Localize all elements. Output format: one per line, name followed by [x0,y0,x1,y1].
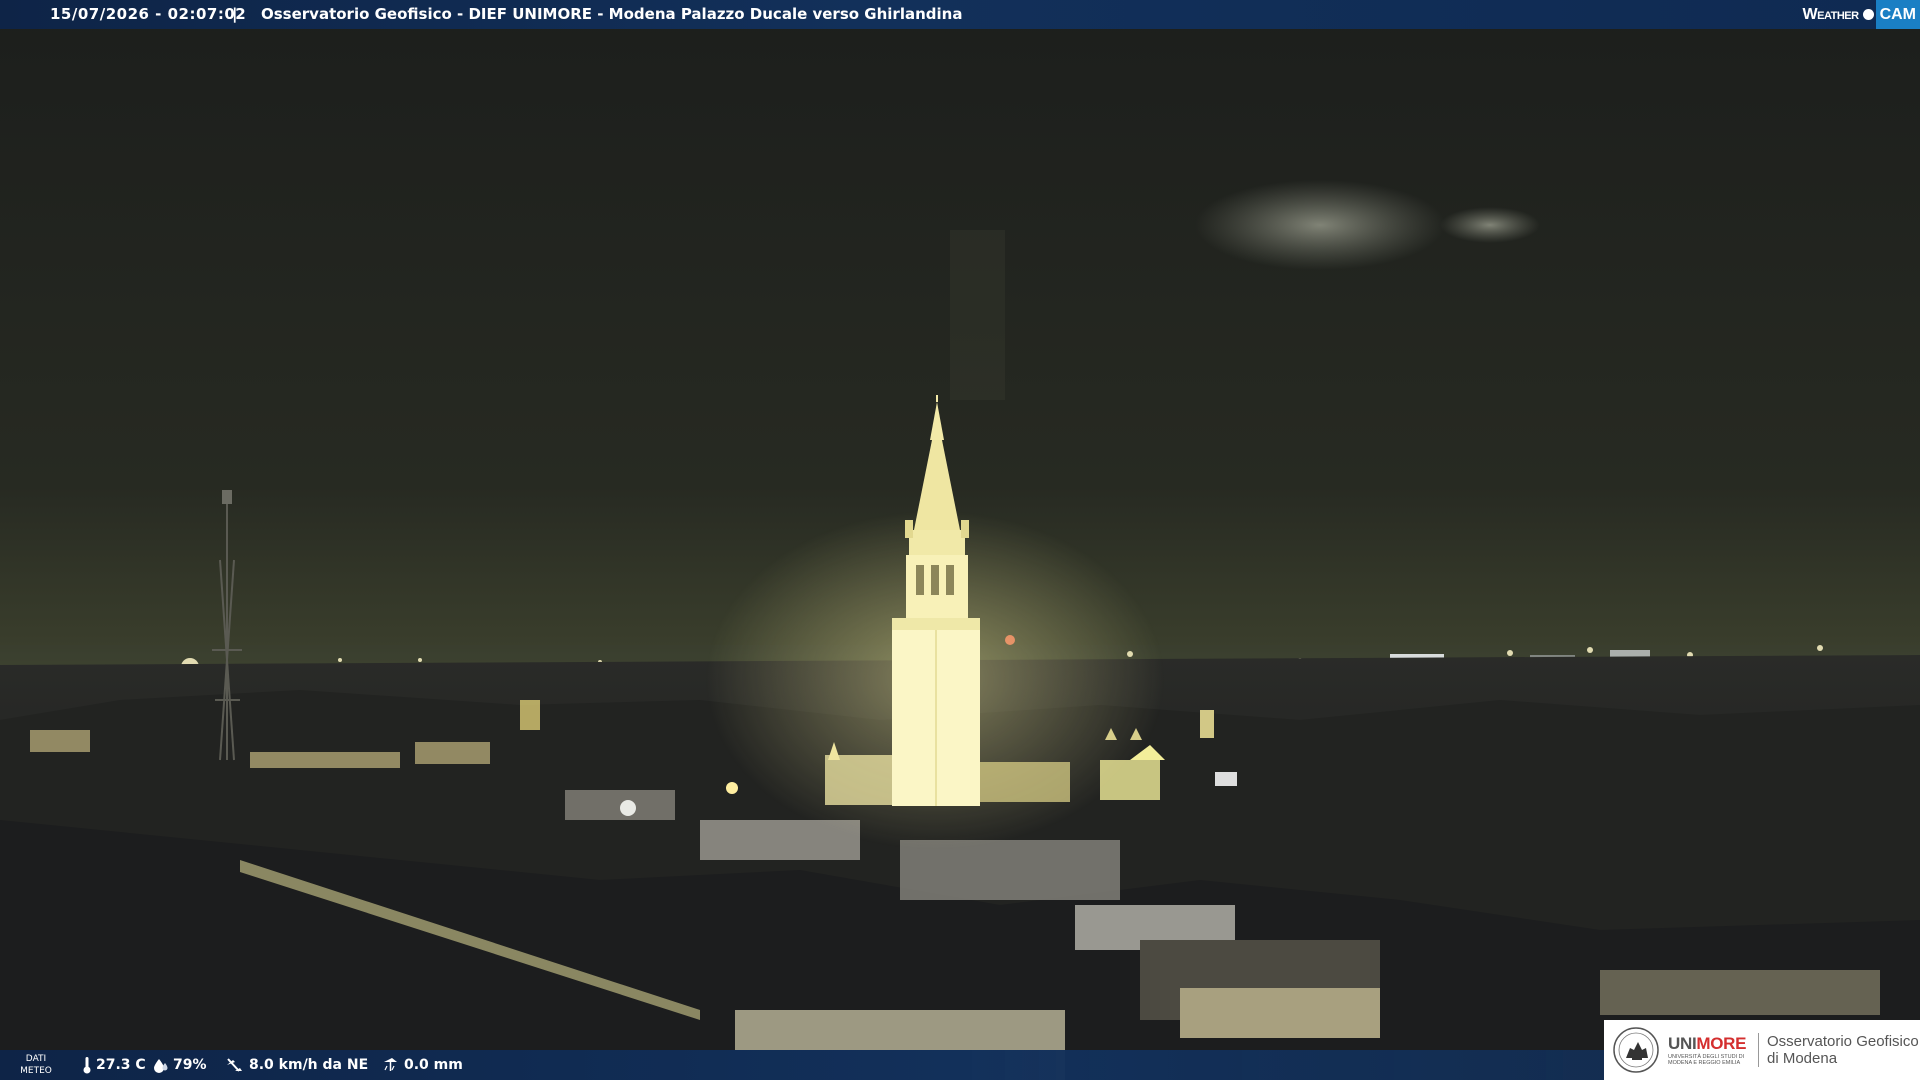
temperature-value: 27.3 C [96,1057,146,1073]
unimore-subtitle: UNIVERSITÀ DEGLI STUDI DI MODENA E REGGI… [1668,1054,1745,1066]
wordmark-uni: UNI [1668,1034,1697,1053]
humidity-value: 79% [173,1057,207,1073]
weather-section-label: DATI METEO [20,1054,52,1076]
timestamp: 15/07/2026 - 02:07:02 [50,5,247,23]
humidity-reading: 79% [153,1050,207,1080]
observatory-name: Osservatorio Geofisico di Modena [1758,1033,1919,1067]
drop-icon [154,1059,168,1073]
camera-title: Osservatorio Geofisico - DIEF UNIMORE - … [261,5,963,23]
wind-icon [227,1058,242,1072]
rain-gauge-icon [384,1058,397,1071]
logo-cam-text: CAM [1875,0,1920,29]
logo-dot-icon [1862,9,1874,20]
cloud [1195,180,1445,270]
observatory-line1: Osservatorio Geofisico [1767,1033,1919,1050]
webcam-frame: 15/07/2026 - 02:07:02 | Osservatorio Geo… [0,0,1920,1080]
wind-value: 8.0 km/h da NE [249,1057,369,1073]
webcam-image [0,0,1920,1080]
wordmark-more: MORE [1696,1034,1747,1053]
logo-weather-text: Weather [1802,6,1860,23]
rain-value: 0.0 mm [404,1057,463,1073]
unimore-wordmark: UNIMORE [1668,1034,1748,1054]
university-seal-icon [1613,1027,1659,1073]
unimore-logo: UNIMORE UNIVERSITÀ DEGLI STUDI DI MODENA… [1604,1020,1920,1080]
header-bar: 15/07/2026 - 02:07:02 | Osservatorio Geo… [0,0,1920,29]
wind-reading: 8.0 km/h da NE [225,1050,368,1080]
rain-reading: 0.0 mm [382,1050,463,1080]
unimore-brand: UNIMORE UNIVERSITÀ DEGLI STUDI DI MODENA… [1668,1034,1748,1066]
weather-bar: DATI METEO 27.3 C 79% 8.0 km/h da NE 0.0… [0,1050,1605,1080]
weathercam-logo: Weather CAM [1803,0,1920,29]
temperature-reading: 27.3 C [82,1050,146,1080]
observatory-line2: di Modena [1767,1050,1838,1067]
thermometer-icon [83,1057,91,1074]
header-separator: | [232,5,238,23]
